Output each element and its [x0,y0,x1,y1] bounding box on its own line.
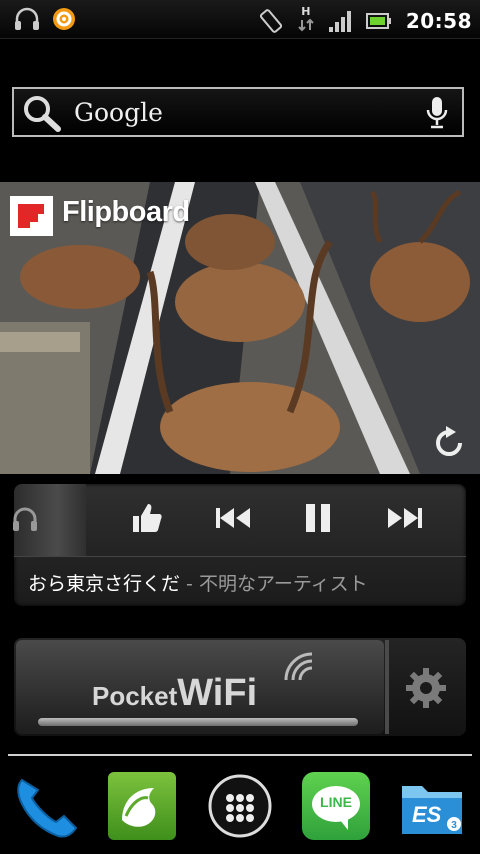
refresh-icon[interactable] [430,424,468,462]
rotation-icon [259,9,282,33]
next-icon[interactable] [386,500,424,536]
dock-divider [8,754,472,756]
flipboard-logo [10,196,53,236]
song-separator: - [180,573,199,595]
es-file-explorer-icon[interactable]: 3 ES [398,772,466,840]
pocket-wifi-logo: PocketWiFi [92,672,257,715]
headphones-icon [13,507,37,531]
now-playing-text: おら東京さ行くだ - 不明なアーティスト [28,569,368,596]
data-arrows-icon: H [298,6,314,36]
song-artist: 不明なアーティスト [198,573,368,595]
app-notification-icon [53,8,75,30]
music-controls-bar [13,484,466,557]
song-title: おら東京さ行くだ [28,573,181,595]
pocket-wifi-logo-suffix: WiFi [177,672,258,714]
previous-icon[interactable] [214,500,252,536]
status-bar[interactable]: H 20:58 [0,0,480,39]
signal-icon [328,11,351,32]
gear-icon[interactable] [404,666,448,710]
music-player-widget[interactable]: おら東京さ行くだ - 不明なアーティスト [13,484,466,606]
pocket-wifi-status-bar [38,718,358,726]
line-label: LINE [320,794,352,810]
clock: 20:58 [405,9,472,33]
wifi-waves-icon [284,652,313,681]
pocket-wifi-widget: PocketWiFi [14,638,466,736]
pause-icon[interactable] [302,500,334,536]
line-icon[interactable]: LINE [302,772,370,840]
search-label: Google [74,98,163,127]
network-type-label: H [301,5,311,18]
pocket-wifi-logo-prefix: Pocket [92,681,178,711]
pocket-wifi-toggle[interactable]: PocketWiFi [16,640,384,734]
flipboard-title: Flipboard [62,196,190,228]
album-art[interactable] [13,484,86,556]
status-bar-notifications [14,7,76,31]
headphones-icon [15,7,39,30]
google-search-bar[interactable]: Google [12,87,464,137]
es-label: ES [412,802,442,827]
status-bar-system: H 20:58 [258,6,472,36]
flipboard-widget[interactable]: Flipboard [0,182,480,474]
dolphin-browser-icon[interactable] [108,772,176,840]
battery-icon [365,13,391,29]
divider [385,640,389,734]
microphone-icon[interactable] [426,96,448,130]
like-icon[interactable] [129,500,165,536]
phone-icon[interactable] [12,772,80,840]
search-icon [24,96,61,132]
app-drawer-icon[interactable] [206,772,274,840]
svg-text:3: 3 [451,820,457,831]
